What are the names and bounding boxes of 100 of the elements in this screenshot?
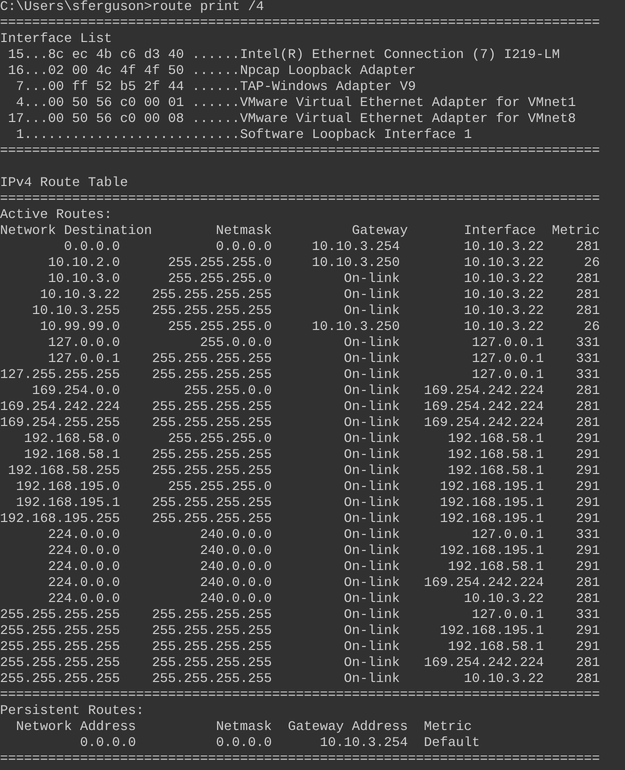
table-cell-text: 240.0.0.0 bbox=[198, 576, 272, 592]
interface-name: VMware Virtual Ethernet Adapter for VMnet8 bbox=[240, 112, 576, 128]
interface-name: VMware Virtual Ethernet Adapter for VMnet1 bbox=[240, 96, 576, 112]
table-cell-text: 291 bbox=[574, 640, 600, 656]
table-cell-text: 192.168.58.255 bbox=[6, 464, 120, 480]
table-cell-text: 255.255.255.255 bbox=[150, 656, 272, 672]
table-cell-text: 255.255.0.0 bbox=[182, 384, 272, 400]
table-cell: 169.254.255.255 bbox=[0, 416, 120, 432]
column-header: Netmask bbox=[214, 720, 272, 736]
table-cell-text: 0.0.0.0 bbox=[214, 736, 272, 752]
table-cell-text: On-link bbox=[342, 608, 400, 624]
interface-name: Software Loopback Interface 1 bbox=[240, 128, 472, 144]
interface-index: 1 bbox=[14, 128, 24, 144]
table-cell-text: 291 bbox=[574, 448, 600, 464]
table-cell-text: On-link bbox=[342, 544, 400, 560]
table-cell-text: 10.10.3.22 bbox=[462, 592, 544, 608]
table-cell-text: 10.10.3.250 bbox=[310, 320, 400, 336]
table-cell-text: 291 bbox=[574, 560, 600, 576]
table-cell-text: On-link bbox=[342, 416, 400, 432]
table-cell-text: 10.10.3.22 bbox=[462, 240, 544, 256]
table-cell: 255.255.255.255 bbox=[0, 656, 120, 672]
table-cell-text: 291 bbox=[574, 464, 600, 480]
interface-address: ...8c ec 4b c6 d3 40 ...... bbox=[24, 48, 240, 64]
column-header: Metric bbox=[550, 224, 600, 240]
command-line: C:\Users\sferguson>route print /4 bbox=[0, 0, 264, 16]
column-header: Network Destination bbox=[0, 224, 152, 240]
table-cell-text: 169.254.242.224 bbox=[422, 656, 544, 672]
table-cell-text: On-link bbox=[342, 304, 400, 320]
table-cell-text: On-link bbox=[342, 384, 400, 400]
table-cell-text: 291 bbox=[574, 480, 600, 496]
table-cell-text: 169.254.242.224 bbox=[422, 400, 544, 416]
table-cell-text: 10.10.3.255 bbox=[30, 304, 120, 320]
section-title: Persistent Routes: bbox=[0, 704, 144, 720]
table-cell-text: 192.168.195.0 bbox=[14, 480, 120, 496]
column-header: Interface bbox=[462, 224, 536, 240]
separator-line: =========================================================================== bbox=[0, 688, 600, 704]
table-cell: 255.255.255.255 bbox=[0, 640, 120, 656]
table-cell-text: On-link bbox=[342, 592, 400, 608]
table-cell-text: 281 bbox=[574, 384, 600, 400]
column-header: Gateway bbox=[350, 224, 408, 240]
table-cell-text: 331 bbox=[574, 368, 600, 384]
table-cell-text: 224.0.0.0 bbox=[46, 576, 120, 592]
separator-line: =========================================================================== bbox=[0, 192, 600, 208]
table-cell-text: 255.255.255.255 bbox=[150, 304, 272, 320]
table-cell-text: 10.10.3.22 bbox=[462, 672, 544, 688]
table-cell-text: 10.10.3.22 bbox=[462, 288, 544, 304]
table-cell-text: 224.0.0.0 bbox=[46, 544, 120, 560]
table-cell-text: 291 bbox=[574, 624, 600, 640]
table-cell-text: 255.255.255.255 bbox=[150, 496, 272, 512]
table-cell: 169.254.242.224 bbox=[0, 400, 120, 416]
table-cell-text: 10.10.3.0 bbox=[46, 272, 120, 288]
table-cell-text: 169.254.0.0 bbox=[30, 384, 120, 400]
column-header: Netmask bbox=[214, 224, 272, 240]
table-cell-text: On-link bbox=[342, 464, 400, 480]
table-cell: 127.255.255.255 bbox=[0, 368, 120, 384]
table-cell-text: 192.168.195.1 bbox=[438, 544, 544, 560]
interface-address: ...00 ff 52 b5 2f 44 ...... bbox=[24, 80, 240, 96]
table-cell-text: 291 bbox=[574, 432, 600, 448]
table-cell-text: 169.254.242.224 bbox=[422, 384, 544, 400]
table-cell-text: 281 bbox=[574, 416, 600, 432]
table-cell-text: 192.168.195.1 bbox=[438, 480, 544, 496]
table-cell-text: 0.0.0.0 bbox=[214, 240, 272, 256]
table-cell-text: 192.168.195.1 bbox=[438, 512, 544, 528]
table-cell-text: 281 bbox=[574, 576, 600, 592]
table-cell-text: On-link bbox=[342, 448, 400, 464]
table-cell-text: On-link bbox=[342, 288, 400, 304]
table-cell-text: 192.168.58.1 bbox=[446, 640, 544, 656]
table-cell-text: 291 bbox=[574, 544, 600, 560]
interface-name: Intel(R) Ethernet Connection (7) I219-LM bbox=[240, 48, 560, 64]
table-cell-text: On-link bbox=[342, 528, 400, 544]
table-cell-text: 281 bbox=[574, 400, 600, 416]
section-title: Interface List bbox=[0, 32, 112, 48]
table-cell-text: 192.168.195.1 bbox=[438, 624, 544, 640]
table-cell-text: 10.10.3.22 bbox=[462, 320, 544, 336]
section-title: Active Routes: bbox=[0, 208, 112, 224]
table-cell-text: 255.255.255.0 bbox=[166, 272, 272, 288]
table-cell-text: 127.0.0.1 bbox=[470, 336, 544, 352]
table-cell: 255.255.255.255 bbox=[0, 608, 120, 624]
table-cell-text: On-link bbox=[342, 576, 400, 592]
table-cell-text: 331 bbox=[574, 336, 600, 352]
table-cell: 255.255.255.255 bbox=[0, 624, 120, 640]
table-cell-text: 281 bbox=[574, 272, 600, 288]
table-cell-text: On-link bbox=[342, 336, 400, 352]
table-cell-text: 192.168.58.1 bbox=[446, 464, 544, 480]
table-cell-text: 331 bbox=[574, 528, 600, 544]
table-cell-text: 255.255.255.255 bbox=[150, 672, 272, 688]
table-cell-text: 281 bbox=[574, 304, 600, 320]
table-cell-text: On-link bbox=[342, 672, 400, 688]
table-cell-text: 255.255.255.0 bbox=[166, 432, 272, 448]
table-cell-text: 10.10.3.22 bbox=[462, 272, 544, 288]
table-cell-text: 10.10.2.0 bbox=[46, 256, 120, 272]
table-cell-text: 26 bbox=[582, 256, 600, 272]
table-cell-text: 240.0.0.0 bbox=[198, 544, 272, 560]
table-cell-text: On-link bbox=[342, 480, 400, 496]
interface-address: ...00 50 56 c0 00 01 ...... bbox=[24, 96, 240, 112]
table-cell-text: 255.255.255.255 bbox=[150, 448, 272, 464]
table-cell-text: 10.10.3.254 bbox=[318, 736, 408, 752]
table-cell-text: On-link bbox=[342, 640, 400, 656]
table-cell-text: On-link bbox=[342, 496, 400, 512]
interface-index: 17 bbox=[6, 112, 24, 128]
